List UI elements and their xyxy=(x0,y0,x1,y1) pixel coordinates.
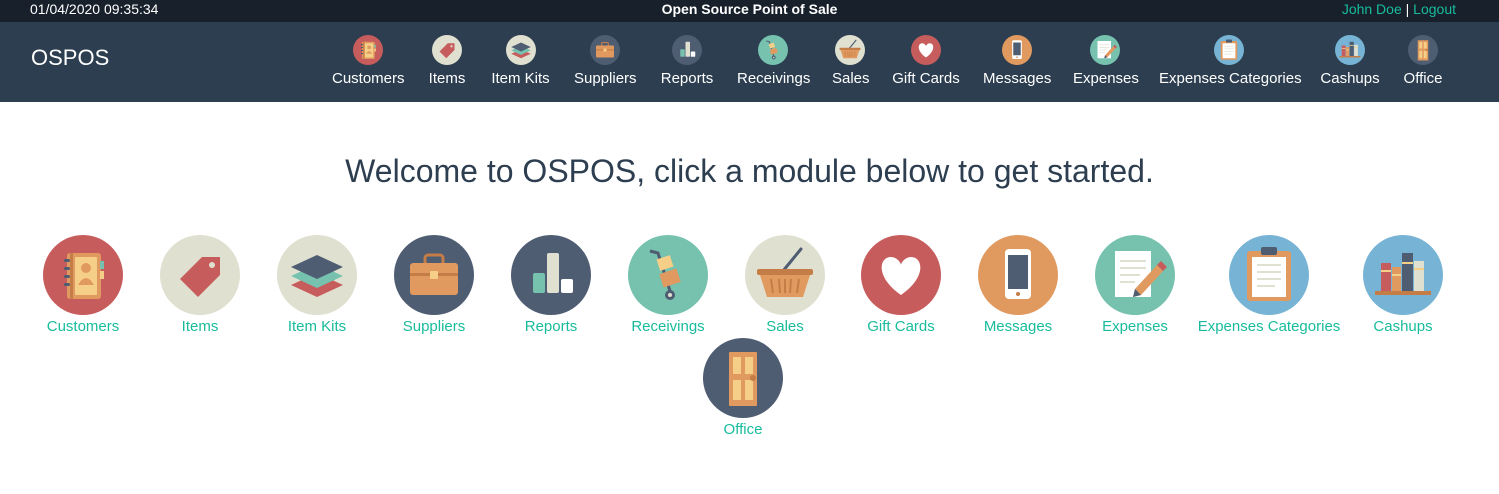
nav-item-sales[interactable]: Sales xyxy=(832,22,870,102)
app-title: Open Source Point of Sale xyxy=(661,1,838,17)
notepad-pencil-icon xyxy=(1095,235,1175,315)
nav-item-label: Office xyxy=(1403,70,1443,87)
nav-item-label: Cashups xyxy=(1320,70,1380,87)
logout-link[interactable]: Logout xyxy=(1413,1,1456,17)
heart-icon xyxy=(861,235,941,315)
user-separator: | xyxy=(1405,1,1410,17)
user-area: John Doe | Logout xyxy=(1342,1,1456,17)
module-label: Cashups xyxy=(1373,318,1433,335)
bar-chart-icon xyxy=(672,35,702,65)
top-status-bar: 01/04/2020 09:35:34 Open Source Point of… xyxy=(0,0,1499,22)
nav-item-label: Item Kits xyxy=(491,70,550,87)
nav-item-label: Expenses xyxy=(1073,70,1139,87)
nav-item-label: Items xyxy=(428,70,466,87)
phone-icon xyxy=(978,235,1058,315)
briefcase-icon xyxy=(590,35,620,65)
basket-icon xyxy=(745,235,825,315)
hand-truck-icon xyxy=(628,235,708,315)
nav-item-customers[interactable]: Customers xyxy=(332,22,405,102)
nav-item-label: Messages xyxy=(983,70,1052,87)
hand-truck-icon xyxy=(758,35,788,65)
customers-icon xyxy=(353,35,383,65)
layers-icon xyxy=(506,35,536,65)
app-title-bar: Open Source Point of Sale xyxy=(0,1,1499,17)
door-icon xyxy=(1408,35,1438,65)
notepad-pencil-icon xyxy=(1090,35,1120,65)
nav-item-suppliers[interactable]: Suppliers xyxy=(574,22,637,102)
nav-item-label: Receivings xyxy=(737,70,811,87)
nav-item-label: Customers xyxy=(332,70,405,87)
nav-item-cashups[interactable]: Cashups xyxy=(1320,22,1380,102)
layers-icon xyxy=(277,235,357,315)
nav-item-messages[interactable]: Messages xyxy=(983,22,1052,102)
nav-item-label: Gift Cards xyxy=(892,70,960,87)
phone-icon xyxy=(1002,35,1032,65)
user-name-link[interactable]: John Doe xyxy=(1342,1,1402,17)
books-icon xyxy=(1363,235,1443,315)
current-datetime: 01/04/2020 09:35:34 xyxy=(30,1,159,17)
nav-item-label: Expenses Categories xyxy=(1159,70,1302,87)
nav-item-label: Sales xyxy=(832,70,870,87)
clipboard-icon xyxy=(1214,35,1244,65)
module-label: Office xyxy=(723,421,763,438)
clipboard-icon xyxy=(1229,235,1309,315)
door-icon xyxy=(703,338,783,418)
brand-logo[interactable]: OSPOS xyxy=(31,45,109,71)
welcome-heading: Welcome to OSPOS, click a module below t… xyxy=(345,153,1154,189)
basket-icon xyxy=(835,35,865,65)
nav-item-receivings[interactable]: Receivings xyxy=(737,22,811,102)
tag-icon xyxy=(160,235,240,315)
bar-chart-icon xyxy=(511,235,591,315)
nav-item-office[interactable]: Office xyxy=(1401,22,1445,102)
customers-icon xyxy=(43,235,123,315)
nav-item-expenses[interactable]: Expenses xyxy=(1073,22,1139,102)
nav-item-items[interactable]: Items xyxy=(428,22,466,102)
nav-item-expenses-categories[interactable]: Expenses Categories xyxy=(1159,22,1302,102)
tag-icon xyxy=(432,35,462,65)
main-navbar: OSPOS Customers Items Item Kits Supplier… xyxy=(0,22,1499,102)
books-icon xyxy=(1335,35,1365,65)
nav-item-reports[interactable]: Reports xyxy=(660,22,714,102)
module-office[interactable]: Office xyxy=(663,338,823,438)
nav-item-label: Reports xyxy=(660,70,714,87)
nav-item-label: Suppliers xyxy=(574,70,637,87)
heart-icon xyxy=(911,35,941,65)
module-cashups[interactable]: Cashups xyxy=(1323,235,1483,335)
nav-item-item-kits[interactable]: Item Kits xyxy=(490,22,551,102)
briefcase-icon xyxy=(394,235,474,315)
nav-item-gift-cards[interactable]: Gift Cards xyxy=(891,22,961,102)
